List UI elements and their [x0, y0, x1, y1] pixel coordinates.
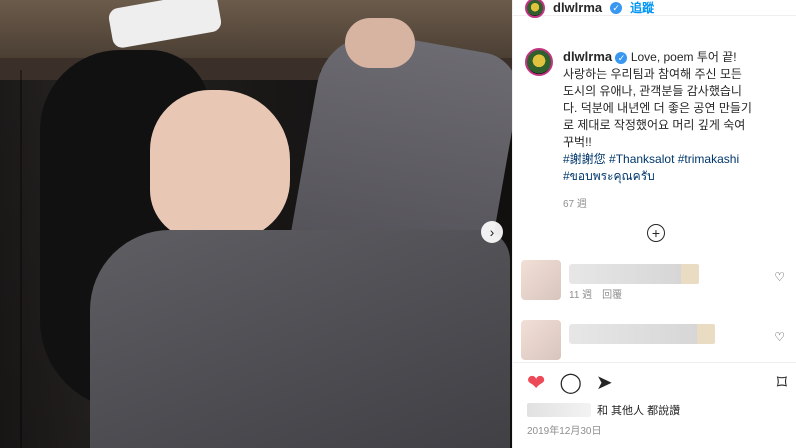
comment-meta: 11 週 回覆: [569, 286, 622, 301]
post-sidebar: dlwlrma ✓ 追蹤 dlwlrma ✓ Love, poem 투어 끝! …: [512, 0, 796, 448]
comment-row: ♡ 11 週 回覆: [521, 260, 793, 301]
avatar[interactable]: [525, 48, 553, 76]
comment-text-blurred: [697, 324, 715, 344]
follow-button[interactable]: 追蹤: [630, 0, 654, 16]
bookmark-icon[interactable]: ⌑: [777, 373, 787, 393]
verified-badge-icon: ✓: [610, 1, 623, 14]
post-actions: ❤ ◯ ➤ ⌑: [513, 362, 796, 402]
comment-avatar[interactable]: [521, 320, 561, 360]
plus-circle-icon: +: [651, 225, 661, 241]
comment-text-blurred: [681, 264, 699, 284]
verified-badge-icon: ✓: [615, 52, 628, 64]
post-date: 2019年12月30日: [527, 426, 602, 437]
caption-username[interactable]: dlwlrma: [563, 49, 612, 64]
hashtag[interactable]: #trimakashi: [678, 152, 739, 166]
liked-by-blurred: [527, 403, 591, 417]
caption-line: 꾸벅!!: [563, 135, 592, 149]
comment-icon[interactable]: ◯: [559, 373, 581, 393]
person-fist: [345, 18, 415, 68]
person-body: [90, 230, 510, 448]
caption-line: Love, poem 투어 끝!: [630, 50, 737, 64]
avatar[interactable]: [525, 0, 545, 18]
caption-line: 다. 덕분에 내년엔 더 좋은 공연 만들기: [563, 101, 752, 115]
chevron-right-icon: ›: [489, 224, 495, 240]
liked-by: 和 其他人 都說讚: [527, 402, 680, 418]
load-more-comments-button[interactable]: +: [647, 224, 665, 242]
comment-like-heart-icon[interactable]: ♡: [774, 270, 785, 284]
hashtag[interactable]: #ขอบพระคุณครับ: [563, 168, 752, 185]
caption-time: 67 週: [563, 199, 587, 210]
heart-icon[interactable]: ❤: [527, 371, 545, 393]
username[interactable]: dlwlrma: [553, 0, 602, 15]
person-face: [150, 90, 290, 240]
comment-avatar[interactable]: [521, 260, 561, 300]
comment-time: 11 週: [569, 290, 593, 301]
liked-by-text[interactable]: 和 其他人 都說讚: [597, 402, 680, 418]
caption-text: dlwlrma ✓ Love, poem 투어 끝! 사랑하는 우리팀과 참여해…: [563, 48, 752, 151]
reply-button[interactable]: 回覆: [602, 286, 622, 301]
caption: dlwlrma ✓ Love, poem 투어 끝! 사랑하는 우리팀과 참여해…: [525, 48, 785, 210]
hashtag[interactable]: #謝謝您: [563, 152, 606, 166]
caption-line: 도시의 유애나, 관객분들 감사했습니: [563, 84, 742, 98]
comment-text-blurred: [569, 264, 689, 284]
comment-text-blurred: [569, 324, 709, 344]
hashtag[interactable]: #Thanksalot: [609, 152, 674, 166]
hashtags: #謝謝您 #Thanksalot #trimakashi #ขอบพระคุณค…: [563, 151, 752, 185]
post-photo: ›: [0, 0, 512, 448]
caption-line: 사랑하는 우리팀과 참여해 주신 모든: [563, 67, 742, 81]
next-photo-button[interactable]: ›: [481, 221, 503, 243]
curtain-fold: [20, 70, 22, 448]
comment-row: ♡: [521, 320, 793, 360]
post-header: dlwlrma ✓ 追蹤: [513, 0, 796, 18]
caption-line: 로 제대로 작정했어요 머리 깊게 숙여: [563, 118, 746, 132]
comment-like-heart-icon[interactable]: ♡: [774, 330, 785, 344]
share-icon[interactable]: ➤: [596, 373, 613, 393]
